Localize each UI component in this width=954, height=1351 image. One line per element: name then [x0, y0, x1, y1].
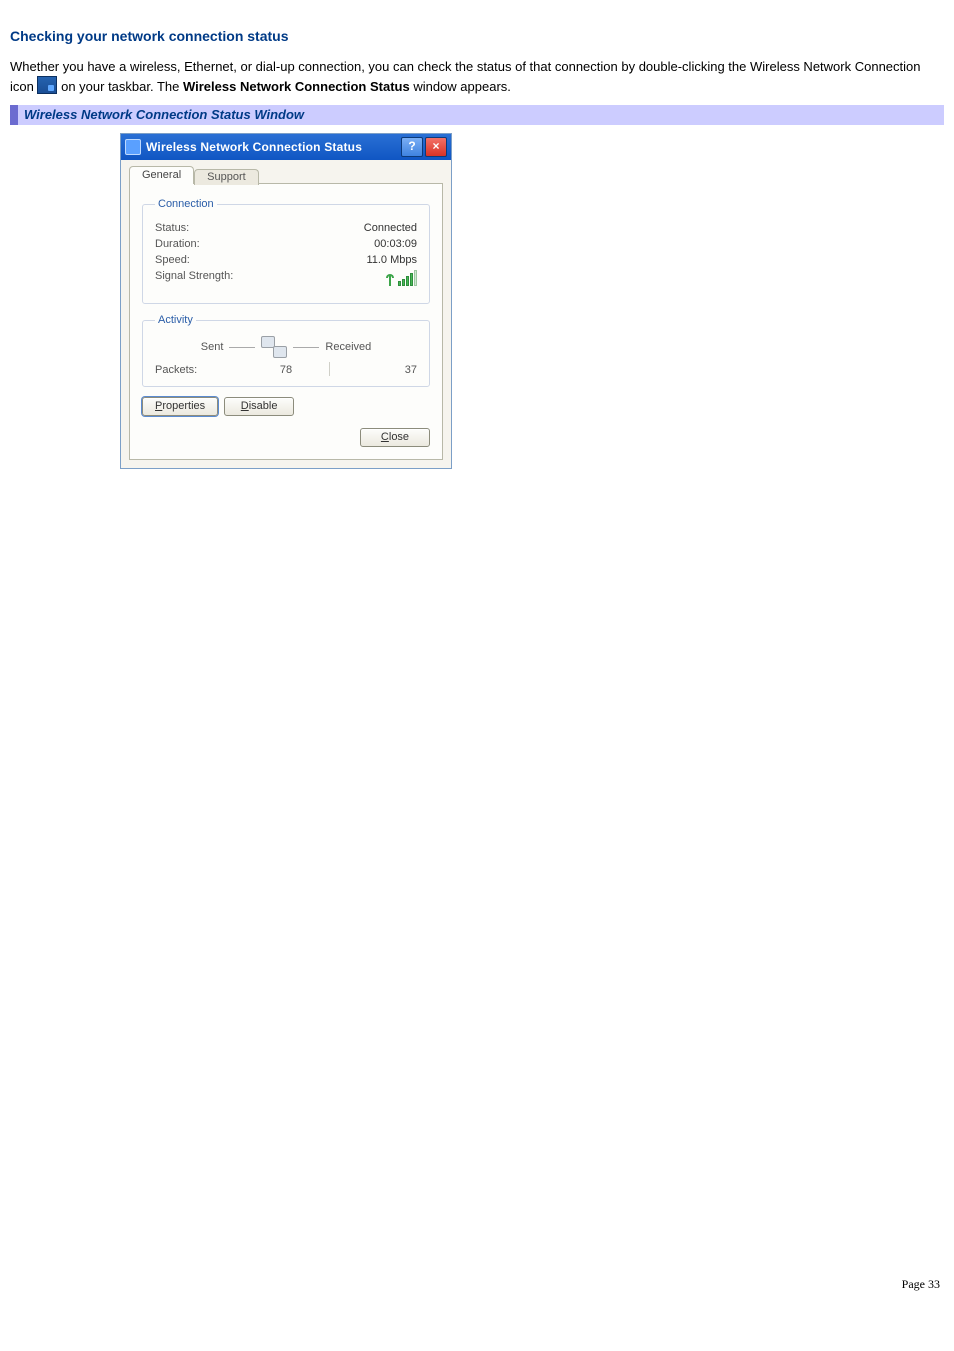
label-signal: Signal Strength:	[155, 270, 233, 289]
signal-strength-icon	[386, 270, 417, 286]
tab-support[interactable]: Support	[194, 169, 259, 185]
activity-received-label: Received	[325, 341, 371, 353]
row-duration: Duration: 00:03:09	[155, 238, 417, 250]
packets-row: Packets: 78 37	[155, 364, 417, 376]
intro-text-bold: Wireless Network Connection Status	[183, 79, 410, 94]
label-duration: Duration:	[155, 238, 200, 250]
value-signal	[386, 270, 417, 289]
row-signal: Signal Strength:	[155, 270, 417, 289]
value-duration: 00:03:09	[374, 238, 417, 250]
activity-group: Activity Sent Received	[142, 314, 430, 387]
activity-sent-label: Sent	[201, 341, 224, 353]
value-status: Connected	[364, 222, 417, 234]
close-button[interactable]: ×	[425, 137, 447, 157]
connection-legend: Connection	[155, 198, 217, 210]
disable-button[interactable]: Disable	[224, 397, 294, 416]
tab-page-general: Connection Status: Connected Duration: 0…	[129, 183, 443, 460]
row-speed: Speed: 11.0 Mbps	[155, 254, 417, 266]
help-button[interactable]: ?	[401, 137, 423, 157]
label-status: Status:	[155, 222, 189, 234]
dialog-titlebar[interactable]: Wireless Network Connection Status ? ×	[121, 134, 451, 160]
intro-text-post2: window appears.	[413, 79, 511, 94]
activity-legend: Activity	[155, 314, 196, 326]
properties-button[interactable]: Properties	[142, 397, 218, 416]
tab-general[interactable]: General	[129, 166, 194, 184]
packets-label: Packets:	[155, 364, 242, 376]
section-heading: Checking your network connection status	[10, 28, 944, 44]
value-speed: 11.0 Mbps	[366, 254, 417, 266]
line-icon	[229, 347, 255, 348]
row-status: Status: Connected	[155, 222, 417, 234]
close-dialog-button[interactable]: Close	[360, 428, 430, 447]
dialog-title: Wireless Network Connection Status	[146, 140, 399, 154]
label-speed: Speed:	[155, 254, 190, 266]
wireless-taskbar-icon	[37, 76, 57, 94]
computers-icon	[261, 336, 287, 358]
page-number: Page 33	[902, 1277, 940, 1292]
figure-caption-banner: Wireless Network Connection Status Windo…	[10, 105, 944, 125]
connection-group: Connection Status: Connected Duration: 0…	[142, 198, 430, 304]
status-dialog: Wireless Network Connection Status ? × G…	[120, 133, 452, 469]
dialog-title-icon	[125, 139, 141, 155]
line-icon	[293, 347, 319, 348]
packets-received: 37	[330, 364, 417, 376]
intro-text-post1: on your taskbar. The	[61, 79, 183, 94]
packets-sent: 78	[242, 364, 329, 376]
intro-paragraph: Whether you have a wireless, Ethernet, o…	[10, 58, 944, 95]
